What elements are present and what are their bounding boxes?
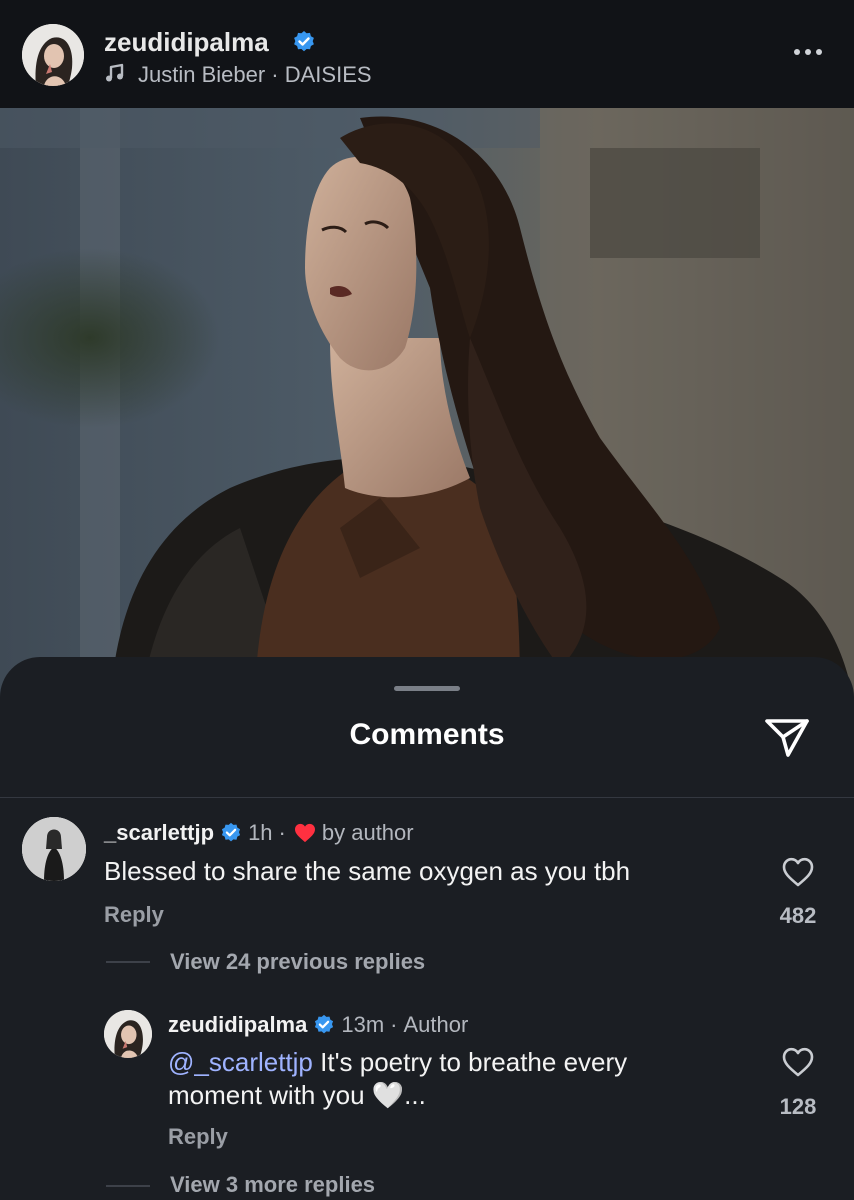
liked-by-author-label: by author: [321, 820, 414, 845]
music-info[interactable]: Justin Bieber · DAISIES: [138, 62, 372, 88]
meta-separator: ·: [278, 820, 286, 845]
meta-separator: ·: [390, 1012, 398, 1037]
like-count: 482: [779, 903, 817, 928]
heart-icon: [294, 823, 315, 843]
replier-avatar[interactable]: [104, 1010, 152, 1058]
mention-link[interactable]: @_scarlettjp: [168, 1047, 313, 1077]
heart-icon[interactable]: [781, 1046, 815, 1078]
reply-meta: zeudidipalma 13m · Author: [168, 1012, 468, 1038]
comment-text: Blessed to share the same oxygen as you …: [104, 856, 631, 886]
like-count: 128: [779, 1094, 817, 1119]
reply-text-line2: moment with you 🤍...: [168, 1080, 426, 1110]
post-photo-image: [0, 108, 854, 708]
post-photo[interactable]: [0, 108, 854, 708]
commenter-avatar-image: [22, 817, 86, 881]
reply-text-line1: It's poetry to breathe every: [312, 1047, 628, 1077]
replier-avatar-image: [104, 1010, 152, 1058]
commenter-avatar[interactable]: [22, 817, 86, 881]
thread-line: [106, 961, 150, 963]
view-more-replies[interactable]: View 3 more replies: [170, 1172, 375, 1198]
author-avatar[interactable]: [22, 24, 84, 86]
reply-text: @_scarlettjp It's poetry to breathe ever…: [168, 1046, 627, 1112]
thread-line: [106, 1185, 150, 1187]
post-header: zeudidipalma Justin Bieber · DAISIES: [0, 0, 854, 108]
commenter-username[interactable]: _scarlettjp: [104, 820, 214, 846]
verified-icon: [315, 1014, 334, 1034]
view-previous-replies[interactable]: View 24 previous replies: [170, 949, 425, 975]
music-note-icon: [106, 63, 124, 82]
replier-username[interactable]: zeudidipalma: [168, 1012, 307, 1038]
reply-button[interactable]: Reply: [168, 1124, 228, 1150]
verified-icon: [294, 31, 314, 52]
drag-handle[interactable]: [394, 686, 460, 691]
author-badge: Author: [403, 1012, 469, 1037]
sheet-divider: [0, 797, 854, 798]
comments-sheet: Comments _scarlettjp 1h · by author Bles…: [0, 657, 854, 1200]
author-username[interactable]: zeudidipalma: [104, 27, 269, 58]
more-options-icon[interactable]: [790, 44, 826, 60]
reply-time: 13m: [341, 1012, 385, 1037]
author-avatar-image: [22, 24, 84, 86]
comment-time: 1h: [248, 820, 273, 845]
comments-title: Comments: [349, 718, 505, 751]
heart-icon[interactable]: [781, 856, 815, 888]
share-send-icon[interactable]: [762, 713, 812, 759]
reply-button[interactable]: Reply: [104, 902, 164, 928]
verified-icon: [221, 822, 241, 842]
comment-meta: _scarlettjp 1h · by author: [104, 820, 414, 846]
